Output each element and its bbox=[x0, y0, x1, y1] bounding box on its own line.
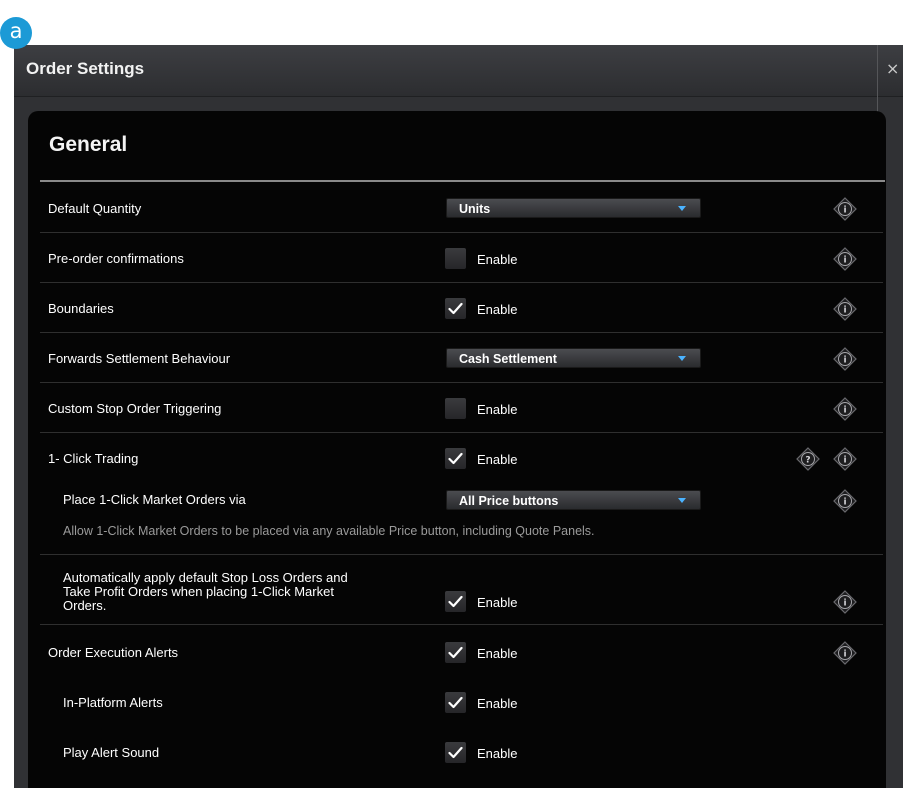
enable-label: Enable bbox=[477, 646, 518, 661]
label-line: Take Profit Orders when placing 1-Click … bbox=[63, 584, 334, 599]
one-click-checkbox[interactable] bbox=[445, 448, 466, 469]
setting-row-pre-order: Pre-order confirmations Enable i bbox=[40, 233, 883, 283]
dropdown-value: All Price buttons bbox=[459, 494, 559, 508]
custom-stop-checkbox[interactable] bbox=[445, 398, 466, 419]
setting-label: Forwards Settlement Behaviour bbox=[48, 351, 231, 366]
chevron-down-icon bbox=[678, 356, 686, 361]
setting-label: 1- Click Trading bbox=[48, 451, 139, 466]
svg-text:i: i bbox=[843, 456, 846, 466]
info-icon[interactable]: i bbox=[833, 347, 857, 371]
setting-row-in-platform: In-Platform Alerts Enable bbox=[40, 675, 883, 725]
place-via-dropdown[interactable]: All Price buttons bbox=[446, 490, 701, 510]
setting-row-place-via: Place 1-Click Market Orders via All Pric… bbox=[40, 483, 883, 555]
checkmark-icon bbox=[448, 302, 463, 315]
default-quantity-dropdown[interactable]: Units bbox=[446, 198, 701, 218]
chevron-down-icon bbox=[678, 498, 686, 503]
question-icon[interactable]: ? bbox=[796, 447, 820, 471]
checkmark-icon bbox=[448, 646, 463, 659]
setting-label: Order Execution Alerts bbox=[48, 645, 179, 660]
enable-label: Enable bbox=[477, 252, 518, 267]
forwards-settlement-dropdown[interactable]: Cash Settlement bbox=[446, 348, 701, 368]
enable-label: Enable bbox=[477, 452, 518, 467]
info-icon[interactable]: i bbox=[833, 590, 857, 614]
title-bar: Order Settings bbox=[14, 45, 903, 97]
svg-text:i: i bbox=[843, 406, 846, 416]
label-line: Automatically apply default Stop Loss Or… bbox=[63, 570, 348, 585]
dropdown-value: Cash Settlement bbox=[459, 352, 557, 366]
label-line: Orders. bbox=[63, 598, 107, 613]
info-icon[interactable]: i bbox=[833, 397, 857, 421]
checkmark-icon bbox=[448, 746, 463, 759]
boundaries-checkbox[interactable] bbox=[445, 298, 466, 319]
setting-label: Pre-order confirmations bbox=[48, 251, 184, 266]
setting-label: Automatically apply default Stop Loss Or… bbox=[63, 571, 348, 613]
enable-label: Enable bbox=[477, 746, 518, 761]
info-icon[interactable]: i bbox=[833, 247, 857, 271]
annotation-badge: a bbox=[0, 17, 32, 49]
svg-text:i: i bbox=[843, 206, 846, 216]
checkmark-icon bbox=[448, 595, 463, 608]
setting-row-one-click: 1- Click Trading Enable ? i bbox=[40, 433, 883, 483]
setting-row-alert-sound: Play Alert Sound Enable bbox=[40, 725, 883, 775]
setting-label: Place 1-Click Market Orders via bbox=[63, 492, 246, 507]
enable-label: Enable bbox=[477, 696, 518, 711]
svg-text:?: ? bbox=[805, 456, 810, 466]
section-title: General bbox=[49, 133, 128, 156]
setting-description: Allow 1-Click Market Orders to be placed… bbox=[63, 524, 595, 538]
info-icon[interactable]: i bbox=[833, 641, 857, 665]
in-platform-checkbox[interactable] bbox=[445, 692, 466, 713]
window-title: Order Settings bbox=[26, 59, 145, 78]
svg-text:i: i bbox=[843, 306, 846, 316]
enable-label: Enable bbox=[477, 595, 518, 610]
close-button[interactable]: × bbox=[886, 59, 899, 78]
setting-label: In-Platform Alerts bbox=[63, 695, 163, 710]
setting-label: Default Quantity bbox=[48, 201, 142, 216]
svg-text:i: i bbox=[843, 650, 846, 660]
checkmark-icon bbox=[448, 696, 463, 709]
info-icon[interactable]: i bbox=[833, 489, 857, 513]
enable-label: Enable bbox=[477, 402, 518, 417]
info-icon[interactable]: i bbox=[833, 447, 857, 471]
order-settings-window: Order Settings × General Default Quantit… bbox=[14, 45, 903, 788]
execution-alerts-checkbox[interactable] bbox=[445, 642, 466, 663]
info-icon[interactable]: i bbox=[833, 297, 857, 321]
setting-label: Play Alert Sound bbox=[63, 745, 160, 760]
setting-row-execution-alerts: Order Execution Alerts Enable i bbox=[40, 625, 883, 675]
setting-row-forwards-settlement: Forwards Settlement Behaviour Cash Settl… bbox=[40, 333, 883, 383]
info-icon[interactable]: i bbox=[833, 197, 857, 221]
setting-row-boundaries: Boundaries Enable i bbox=[40, 283, 883, 333]
chevron-down-icon bbox=[678, 206, 686, 211]
section-divider bbox=[40, 180, 885, 182]
enable-label: Enable bbox=[477, 302, 518, 317]
setting-label: Boundaries bbox=[48, 301, 114, 316]
auto-apply-checkbox[interactable] bbox=[445, 591, 466, 612]
setting-label: Custom Stop Order Triggering bbox=[48, 401, 222, 416]
checkmark-icon bbox=[448, 452, 463, 465]
setting-row-auto-apply: Automatically apply default Stop Loss Or… bbox=[40, 555, 883, 625]
svg-text:i: i bbox=[843, 498, 846, 508]
svg-text:i: i bbox=[843, 599, 846, 609]
setting-row-default-quantity: Default Quantity Units i bbox=[40, 183, 883, 233]
svg-text:i: i bbox=[843, 256, 846, 266]
general-panel: General Default Quantity Units i Pre-ord… bbox=[28, 111, 886, 788]
dropdown-value: Units bbox=[459, 202, 491, 216]
svg-text:i: i bbox=[843, 356, 846, 366]
pre-order-checkbox[interactable] bbox=[445, 248, 466, 269]
setting-row-custom-stop: Custom Stop Order Triggering Enable i bbox=[40, 383, 883, 433]
alert-sound-checkbox[interactable] bbox=[445, 742, 466, 763]
